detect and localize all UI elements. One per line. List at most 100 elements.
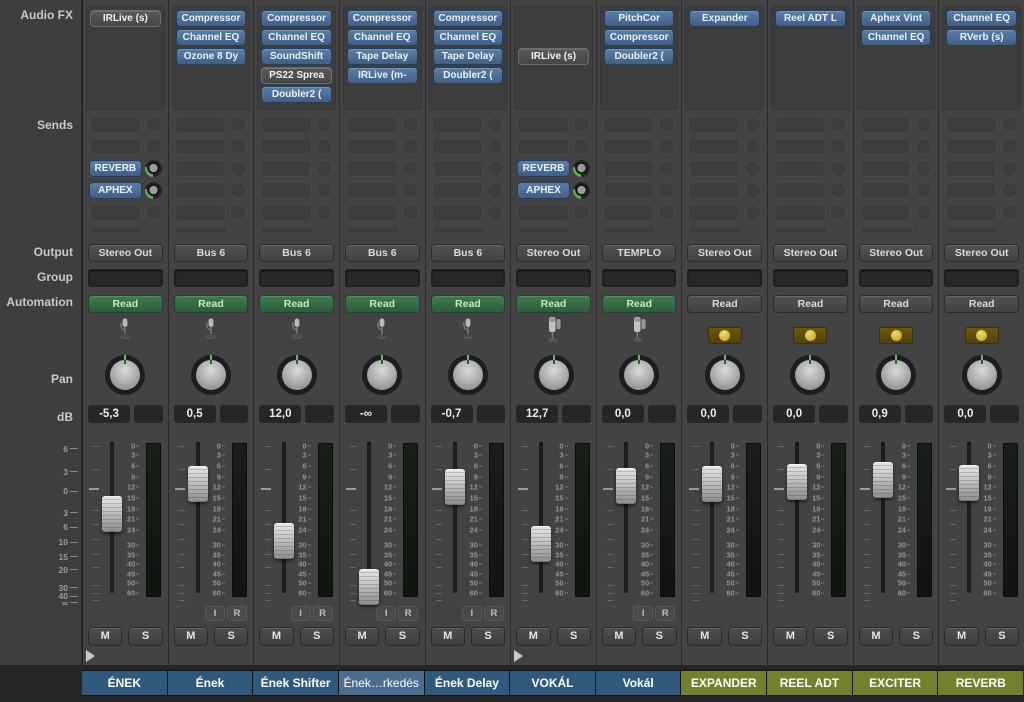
audio-fx-slot[interactable] [861,66,932,84]
output-button[interactable]: Bus 6 [431,244,506,262]
audio-fx-slot[interactable] [689,47,760,65]
send-slot[interactable] [432,182,484,199]
volume-fader-handle[interactable] [873,462,893,498]
group-slot[interactable] [259,269,334,287]
track-name[interactable]: Ének [168,671,253,695]
send-button[interactable]: REVERB [517,160,570,177]
automation-mode-button[interactable]: Read [687,295,762,313]
send-slot[interactable] [603,204,655,221]
audio-fx-slot[interactable]: Channel EQ [433,28,504,46]
audio-fx-slot[interactable]: Compressor [347,9,418,27]
audio-fx-slot[interactable] [946,85,1017,103]
fader-track[interactable] [873,439,893,603]
audio-fx-plugin-button[interactable]: Channel EQ [347,29,418,46]
mute-button[interactable]: M [88,627,122,646]
group-slot[interactable] [602,269,677,287]
audio-fx-slot[interactable] [90,28,161,46]
pan-knob[interactable] [105,355,145,395]
send-slot[interactable] [945,204,997,221]
track-name[interactable]: REEL ADT [767,671,852,695]
audio-fx-slot[interactable]: Expander [689,9,760,27]
input-monitor-button[interactable]: I [291,606,311,621]
volume-fader-handle[interactable] [616,468,636,504]
track-name[interactable]: Vokál [596,671,681,695]
group-slot[interactable] [174,269,249,287]
track-name[interactable]: ÉNEK [82,671,167,695]
send-slot[interactable] [945,160,997,177]
audio-fx-slot[interactable] [775,47,846,65]
send-slot[interactable] [175,204,227,221]
send-slot[interactable] [346,138,398,155]
output-button[interactable]: Stereo Out [516,244,591,262]
audio-fx-slot[interactable] [176,85,247,103]
send-mini-slot[interactable] [517,226,571,234]
volume-fader-handle[interactable] [787,464,807,500]
group-slot[interactable] [773,269,848,287]
audio-fx-slot[interactable]: Tape Delay [347,47,418,65]
send-slot[interactable] [432,138,484,155]
volume-db-value[interactable]: 0,0 [602,405,644,423]
audio-fx-plugin-button[interactable]: Channel EQ [433,29,504,46]
volume-db-value[interactable]: 12,0 [259,405,301,423]
volume-fader-handle[interactable] [531,526,551,562]
pan-knob[interactable] [534,355,574,395]
mute-button[interactable]: M [174,627,208,646]
pan-knob[interactable] [705,355,745,395]
send-slot[interactable] [175,160,227,177]
solo-button[interactable]: S [214,627,248,646]
audio-fx-slot[interactable] [689,85,760,103]
audio-fx-slot[interactable]: Channel EQ [176,28,247,46]
automation-mode-button[interactable]: Read [773,295,848,313]
record-enable-button[interactable]: R [655,606,675,621]
audio-fx-slot[interactable]: IRLive (s) [90,9,161,27]
mute-button[interactable]: M [431,627,465,646]
audio-fx-slot[interactable]: PitchCor [604,9,675,27]
send-slot[interactable] [774,182,826,199]
group-slot[interactable] [345,269,420,287]
audio-fx-slot[interactable]: Channel EQ [946,9,1017,27]
send-slot[interactable] [774,204,826,221]
audio-fx-plugin-button[interactable]: Doubler2 ( [433,67,504,84]
audio-fx-slot[interactable]: PS22 Sprea [261,66,332,84]
output-button[interactable]: Stereo Out [773,244,848,262]
audio-fx-slot[interactable]: SoundShift [261,47,332,65]
send-slot[interactable] [175,182,227,199]
audio-fx-slot[interactable]: Compressor [433,9,504,27]
audio-fx-plugin-button[interactable]: Compressor [347,10,418,27]
audio-fx-slot[interactable] [775,28,846,46]
audio-fx-plugin-button[interactable]: Tape Delay [433,48,504,65]
output-button[interactable]: TEMPLO [602,244,677,262]
send-slot[interactable] [603,160,655,177]
send-slot[interactable] [603,138,655,155]
send-slot[interactable] [260,182,312,199]
audio-fx-slot[interactable]: Compressor [176,9,247,27]
send-mini-slot[interactable] [774,226,828,234]
pan-knob[interactable] [277,355,317,395]
mute-button[interactable]: M [259,627,293,646]
audio-fx-plugin-button[interactable]: Expander [689,10,760,27]
output-button[interactable]: Bus 6 [345,244,420,262]
send-slot[interactable] [260,138,312,155]
audio-fx-plugin-button[interactable]: Channel EQ [861,29,932,46]
volume-db-value[interactable]: -∞ [345,405,387,423]
audio-fx-slot[interactable] [689,66,760,84]
output-button[interactable]: Stereo Out [687,244,762,262]
send-slot[interactable] [346,116,398,133]
send-slot[interactable] [688,116,740,133]
mute-button[interactable]: M [687,627,721,646]
group-slot[interactable] [944,269,1019,287]
volume-db-value[interactable]: -0,7 [431,405,473,423]
audio-fx-slot[interactable]: Doubler2 ( [261,85,332,103]
automation-mode-button[interactable]: Read [345,295,420,313]
record-enable-button[interactable]: R [398,606,418,621]
send-slot[interactable] [517,116,569,133]
solo-button[interactable]: S [728,627,762,646]
send-slot[interactable] [89,138,141,155]
record-enable-button[interactable]: R [484,606,504,621]
volume-fader-handle[interactable] [274,523,294,559]
pan-knob[interactable] [448,355,488,395]
record-enable-button[interactable]: R [313,606,333,621]
send-mini-slot[interactable] [260,226,314,234]
mute-button[interactable]: M [859,627,893,646]
automation-mode-button[interactable]: Read [431,295,506,313]
